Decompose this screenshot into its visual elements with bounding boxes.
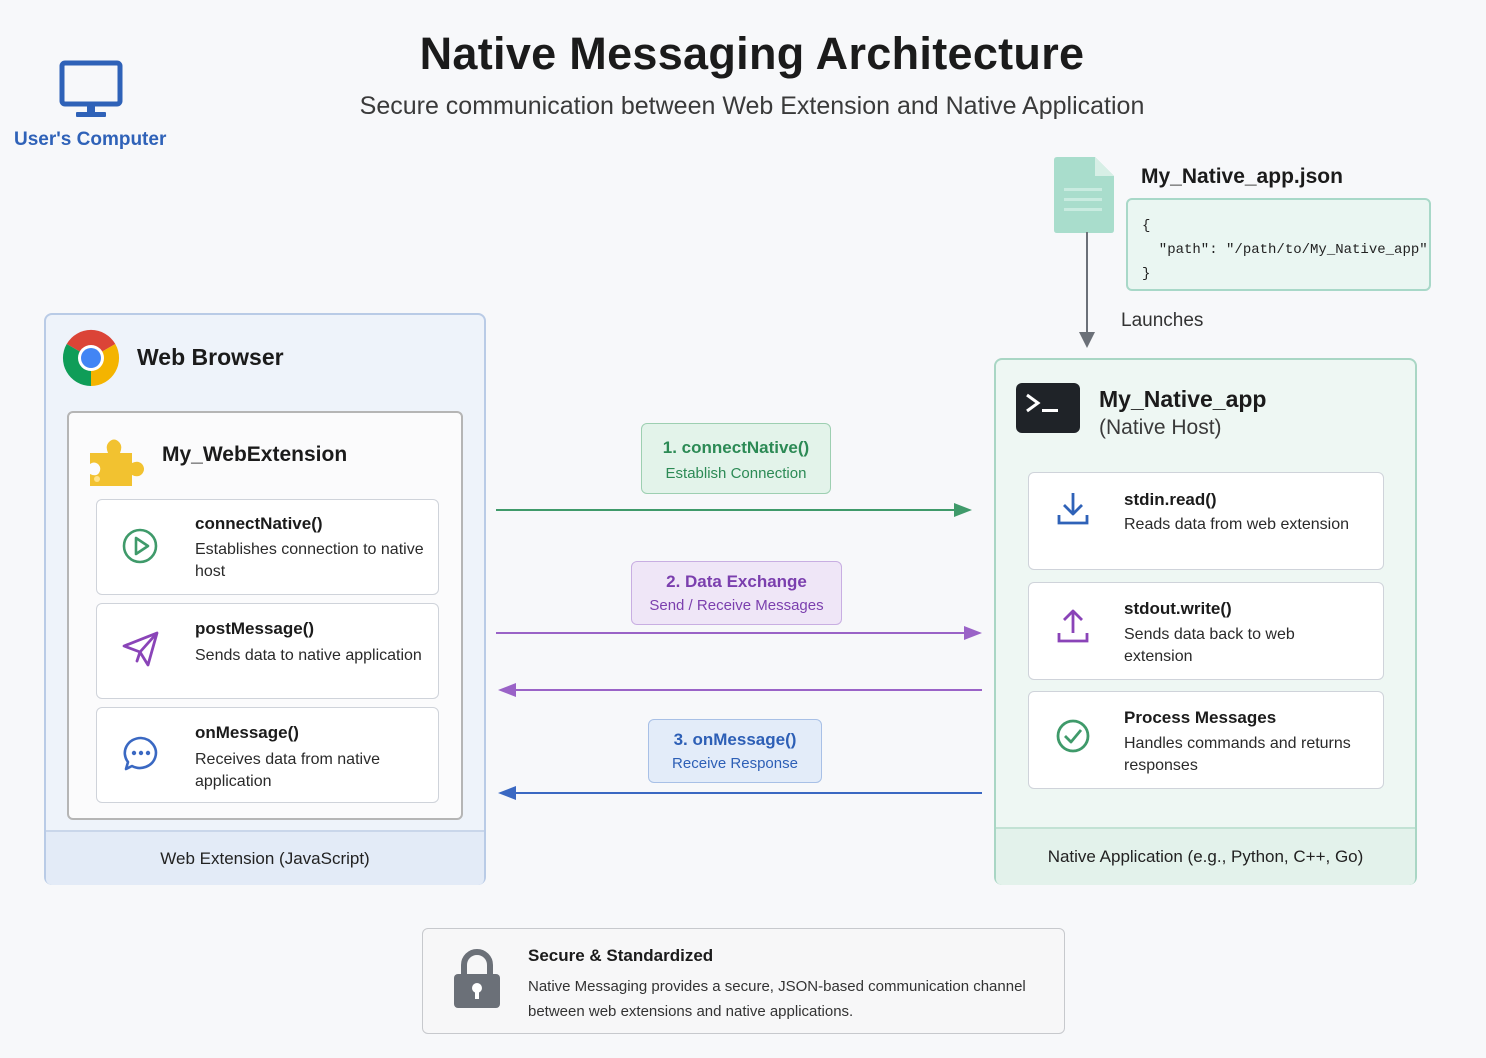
card-desc: Handles commands and returns responses <box>1124 735 1351 774</box>
page-title: Native Messaging Architecture <box>419 28 1085 79</box>
puzzle-icon <box>86 435 148 489</box>
step-title: 1. connectNative() <box>662 438 810 457</box>
launch-arrow <box>1079 232 1095 348</box>
card-post-message: postMessage() Sends data to native appli… <box>96 603 439 699</box>
card-on-message: onMessage() Receives data from native ap… <box>96 707 439 803</box>
extension-title: My_WebExtension <box>162 443 348 466</box>
card-name: stdout.write() <box>1124 599 1232 618</box>
step-desc: Send / Receive Messages <box>649 597 824 614</box>
step-1-label: 1. connectNative() Establish Connection <box>641 423 831 494</box>
computer-label: User's Computer <box>14 129 167 150</box>
check-circle-icon <box>1055 718 1091 754</box>
page-subtitle: Secure communication between Web Extensi… <box>359 92 1145 120</box>
send-icon <box>121 630 161 668</box>
card-name: connectNative() <box>195 514 323 533</box>
chrome-logo-icon <box>62 329 120 387</box>
launches-label: Launches <box>1121 310 1204 331</box>
security-title: Secure & Standardized <box>528 946 714 965</box>
terminal-icon <box>1016 383 1080 433</box>
document-icon <box>1051 156 1115 234</box>
chat-icon <box>122 735 160 773</box>
step-desc: Establish Connection <box>665 465 807 482</box>
step-2-label: 2. Data Exchange Send / Receive Messages <box>631 561 842 625</box>
upload-icon <box>1055 609 1091 645</box>
manifest-title: My_Native_app.json <box>1141 165 1343 188</box>
card-desc: Receives data from native application <box>195 751 380 790</box>
step-title: 2. Data Exchange <box>666 572 807 591</box>
native-subtitle: (Native Host) <box>1099 416 1222 439</box>
card-name: postMessage() <box>195 619 315 638</box>
card-desc: Establishes connection to native host <box>195 541 424 580</box>
card-connect-native: connectNative() Establishes connection t… <box>96 499 439 595</box>
card-desc: Reads data from web extension <box>1124 516 1350 533</box>
card-name: Process Messages <box>1124 708 1277 727</box>
manifest-code: { "path": "/path/to/My_Native_app" } <box>1126 198 1431 291</box>
security-desc: Native Messaging provides a secure, JSON… <box>528 978 1026 1020</box>
step-title: 3. onMessage() <box>673 730 797 749</box>
play-circle-icon <box>121 527 159 565</box>
card-name: onMessage() <box>195 723 299 742</box>
step-3-label: 3. onMessage() Receive Response <box>648 719 822 783</box>
card-process-messages: Process Messages Handles commands and re… <box>1028 691 1384 789</box>
step-desc: Receive Response <box>672 755 798 772</box>
card-stdin-read: stdin.read() Reads data from web extensi… <box>1028 472 1384 570</box>
browser-footer: Web Extension (JavaScript) <box>46 830 484 885</box>
card-desc: Sends data to native application <box>195 647 422 664</box>
lock-icon <box>452 949 502 1009</box>
card-stdout-write: stdout.write() Sends data back to web ex… <box>1028 582 1384 680</box>
native-title: My_Native_app <box>1099 386 1267 412</box>
download-icon <box>1055 491 1091 527</box>
native-footer: Native Application (e.g., Python, C++, G… <box>996 827 1415 885</box>
card-name: stdin.read() <box>1124 490 1217 509</box>
browser-title: Web Browser <box>137 344 284 370</box>
monitor-icon <box>58 60 124 122</box>
card-desc: Sends data back to web extension <box>1124 626 1295 665</box>
